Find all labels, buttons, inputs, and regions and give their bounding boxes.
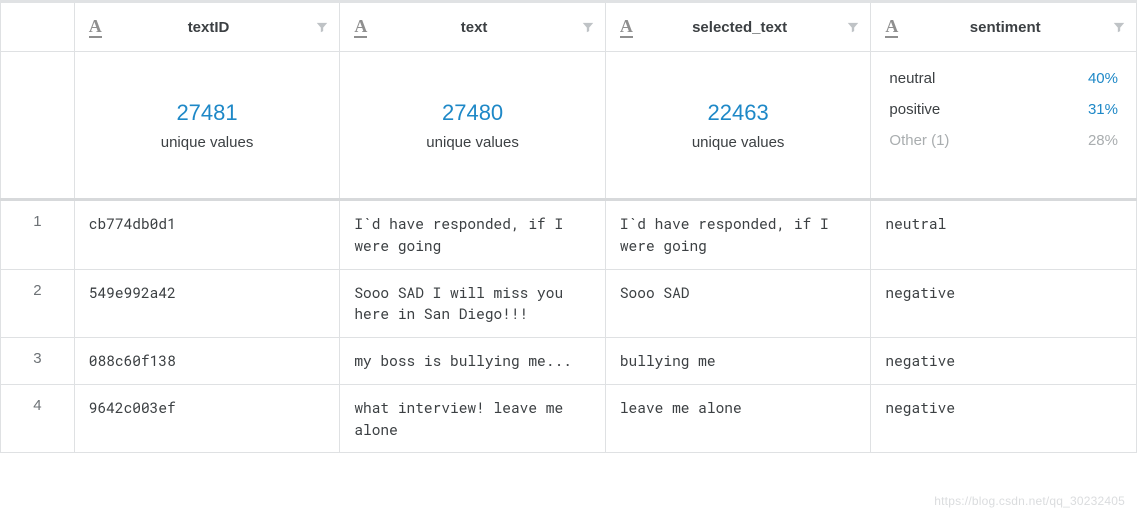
column-header-sentiment[interactable]: A sentiment <box>871 2 1137 52</box>
type-text-icon: A <box>620 16 633 37</box>
type-text-icon: A <box>354 16 367 37</box>
unique-label: unique values <box>426 134 519 151</box>
dist-pct: 31% <box>1088 101 1118 118</box>
cell-text[interactable]: what interview! leave me alone <box>340 384 606 453</box>
data-table: A textID A text A selected_text <box>0 0 1137 453</box>
unique-count: 22463 <box>708 100 769 126</box>
filter-icon[interactable] <box>581 20 595 34</box>
dist-row: neutral 40% <box>889 70 1118 87</box>
cell-selected_text[interactable]: bullying me <box>605 338 871 385</box>
row-number: 1 <box>1 200 75 270</box>
unique-count: 27480 <box>442 100 503 126</box>
column-name: selected_text <box>643 19 837 36</box>
cell-text[interactable]: I`d have responded, if I were going <box>340 200 606 270</box>
row-number: 4 <box>1 384 75 453</box>
unique-label: unique values <box>161 134 254 151</box>
cell-textID[interactable]: 9642c003ef <box>74 384 340 453</box>
table-row[interactable]: 1cb774db0d1I`d have responded, if I were… <box>1 200 1137 270</box>
dist-label: neutral <box>889 70 935 87</box>
watermark-text: https://blog.csdn.net/qq_30232405 <box>934 494 1125 508</box>
cell-sentiment[interactable]: negative <box>871 338 1137 385</box>
cell-sentiment[interactable]: negative <box>871 384 1137 453</box>
column-header-row: A textID A text A selected_text <box>1 2 1137 52</box>
table-row[interactable]: 49642c003efwhat interview! leave me alon… <box>1 384 1137 453</box>
dist-row: Other (1) 28% <box>889 132 1118 149</box>
cell-textID[interactable]: 088c60f138 <box>74 338 340 385</box>
cell-textID[interactable]: 549e992a42 <box>74 269 340 338</box>
type-text-icon: A <box>89 16 102 37</box>
summary-row: 27481 unique values 27480 unique values … <box>1 52 1137 200</box>
column-header-selected_text[interactable]: A selected_text <box>605 2 871 52</box>
cell-selected_text[interactable]: Sooo SAD <box>605 269 871 338</box>
dist-row: positive 31% <box>889 101 1118 118</box>
unique-count: 27481 <box>176 100 237 126</box>
table-row[interactable]: 3088c60f138my boss is bullying me...bull… <box>1 338 1137 385</box>
summary-sentiment[interactable]: neutral 40% positive 31% Other (1) 28% <box>871 52 1137 200</box>
cell-text[interactable]: my boss is bullying me... <box>340 338 606 385</box>
row-number: 2 <box>1 269 75 338</box>
dist-pct: 40% <box>1088 70 1118 87</box>
dist-pct: 28% <box>1088 132 1118 149</box>
column-name: textID <box>112 19 306 36</box>
filter-icon[interactable] <box>1112 20 1126 34</box>
summary-text[interactable]: 27480 unique values <box>340 52 606 200</box>
summary-textID[interactable]: 27481 unique values <box>74 52 340 200</box>
filter-icon[interactable] <box>846 20 860 34</box>
dist-label: positive <box>889 101 940 118</box>
column-name: text <box>377 19 571 36</box>
column-header-textID[interactable]: A textID <box>74 2 340 52</box>
cell-sentiment[interactable]: neutral <box>871 200 1137 270</box>
cell-sentiment[interactable]: negative <box>871 269 1137 338</box>
summary-selected_text[interactable]: 22463 unique values <box>605 52 871 200</box>
cell-textID[interactable]: cb774db0d1 <box>74 200 340 270</box>
filter-icon[interactable] <box>315 20 329 34</box>
rownum-header <box>1 2 75 52</box>
unique-label: unique values <box>692 134 785 151</box>
row-number: 3 <box>1 338 75 385</box>
type-text-icon: A <box>885 16 898 37</box>
cell-selected_text[interactable]: I`d have responded, if I were going <box>605 200 871 270</box>
cell-selected_text[interactable]: leave me alone <box>605 384 871 453</box>
column-name: sentiment <box>908 19 1102 36</box>
summary-rownum <box>1 52 75 200</box>
table-row[interactable]: 2549e992a42Sooo SAD I will miss you here… <box>1 269 1137 338</box>
cell-text[interactable]: Sooo SAD I will miss you here in San Die… <box>340 269 606 338</box>
column-header-text[interactable]: A text <box>340 2 606 52</box>
dist-label: Other (1) <box>889 132 949 149</box>
